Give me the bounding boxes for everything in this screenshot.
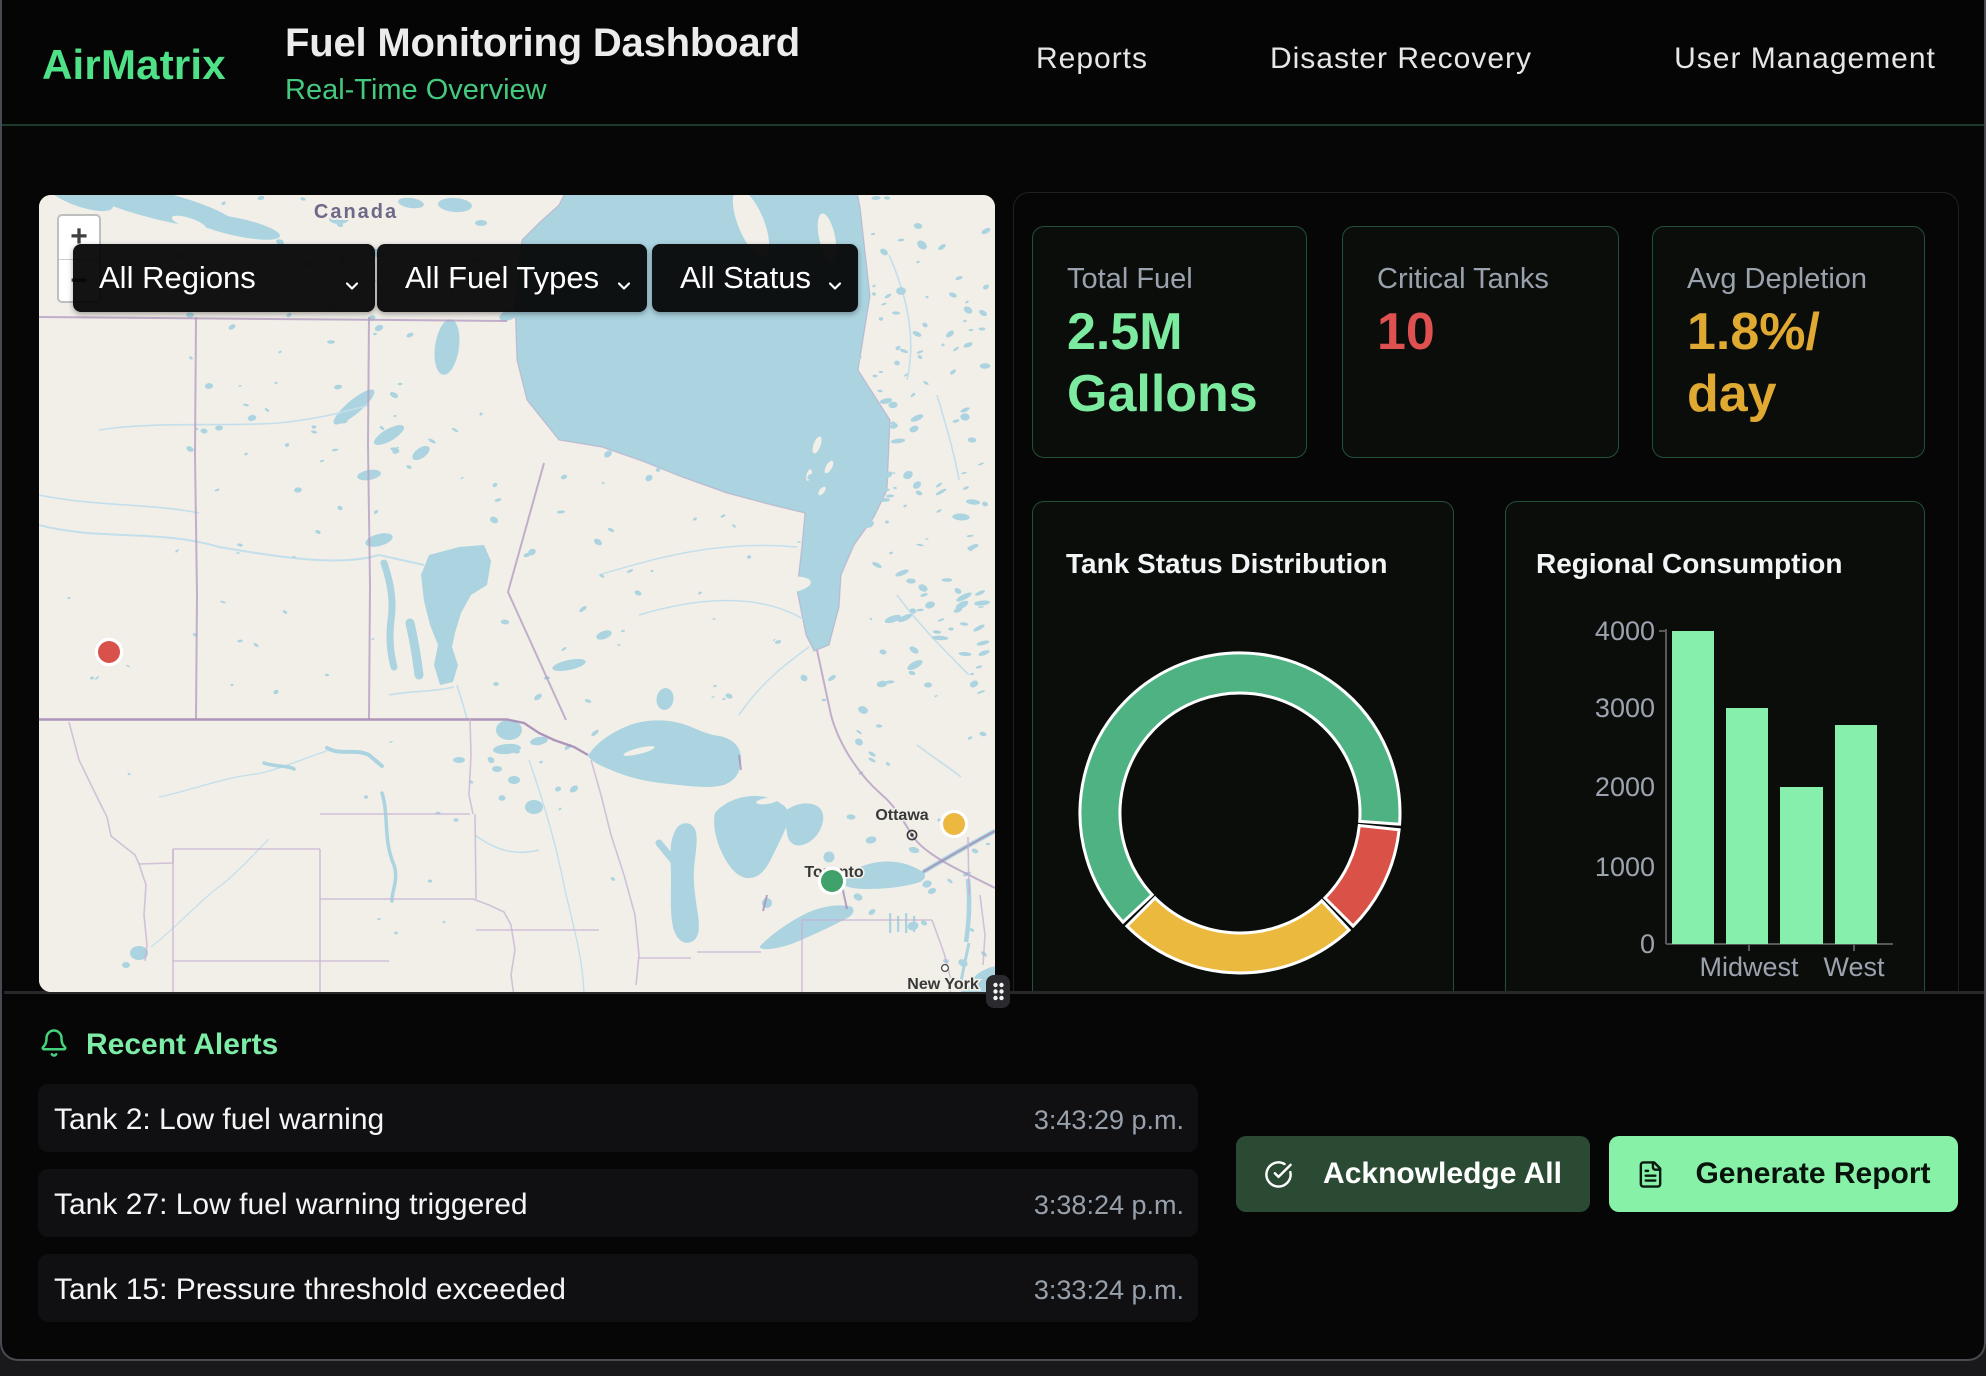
svg-text:2000: 2000 [1595,772,1655,802]
svg-text:0: 0 [1640,929,1655,959]
svg-text:New York: New York [907,976,979,992]
svg-text:Midwest: Midwest [1699,952,1799,982]
svg-text:Canada: Canada [314,201,398,223]
svg-text:4000: 4000 [1595,616,1655,646]
svg-text:3000: 3000 [1595,693,1655,723]
svg-text:West: West [1823,952,1885,982]
svg-text:1000: 1000 [1595,852,1655,882]
svg-text:Ottawa: Ottawa [875,807,928,824]
